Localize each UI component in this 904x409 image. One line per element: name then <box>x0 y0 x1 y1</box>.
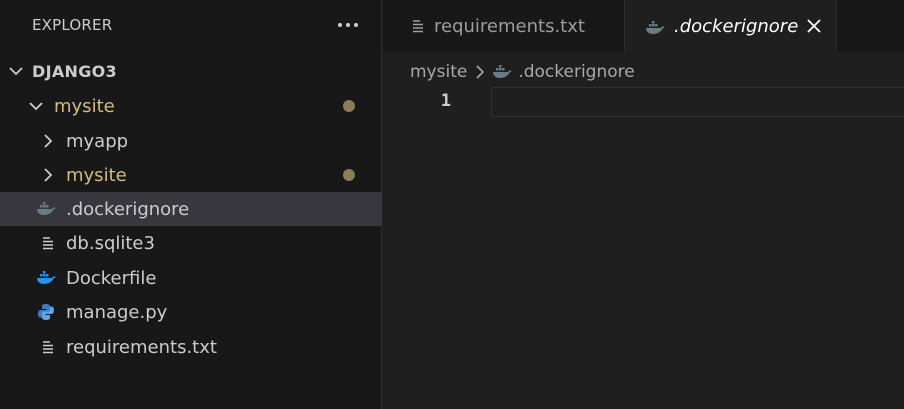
tab-bar: requirements.txt .dockerignore <box>383 0 904 52</box>
explorer-sidebar: EXPLORER DJANGO3 mysite myapp mysite .do… <box>0 0 382 409</box>
tree-folder-myapp[interactable]: myapp <box>0 124 382 158</box>
tree-item-label: mysite <box>54 95 115 117</box>
text-lines-icon <box>410 18 426 34</box>
tree-file-dockerignore[interactable]: .dockerignore <box>0 192 382 226</box>
tab-label: requirements.txt <box>434 15 585 37</box>
more-actions-button[interactable] <box>335 12 361 38</box>
docker-icon <box>36 268 56 288</box>
tree-item-label: db.sqlite3 <box>66 232 155 254</box>
workspace-root[interactable]: DJANGO3 <box>0 54 382 88</box>
tab-dockerignore[interactable]: .dockerignore <box>625 0 837 52</box>
explorer-header: EXPLORER <box>0 0 382 52</box>
chevron-right-icon <box>44 134 53 148</box>
tree-item-label: myapp <box>66 130 129 152</box>
docker-icon <box>645 19 665 34</box>
editor-area: requirements.txt .dockerignore mysite .d… <box>383 0 904 409</box>
breadcrumb-file[interactable]: .dockerignore <box>518 62 634 82</box>
tree-file-db-sqlite3[interactable]: db.sqlite3 <box>0 226 382 260</box>
tree-file-requirements[interactable]: requirements.txt <box>0 330 382 364</box>
line-number: 1 <box>440 91 451 111</box>
ellipsis-icon <box>338 23 358 27</box>
breadcrumb-folder[interactable]: mysite <box>410 62 467 82</box>
explorer-title: EXPLORER <box>32 16 113 34</box>
python-icon <box>36 302 56 322</box>
modified-indicator <box>343 169 355 181</box>
modified-indicator <box>343 100 355 112</box>
tree-folder-mysite[interactable]: mysite <box>0 89 382 123</box>
tree-item-label: manage.py <box>66 301 168 323</box>
close-icon[interactable] <box>805 17 823 35</box>
tree-file-manage-py[interactable]: manage.py <box>0 295 382 329</box>
tree-item-label: mysite <box>66 164 127 186</box>
workspace-root-label: DJANGO3 <box>32 61 117 81</box>
tree-folder-mysite-inner[interactable]: mysite <box>0 158 382 192</box>
chevron-down-icon <box>29 102 43 111</box>
text-lines-icon <box>38 337 58 357</box>
tree-item-label: Dockerfile <box>66 267 157 289</box>
chevron-right-icon <box>44 168 53 182</box>
tab-label: .dockerignore <box>674 15 799 37</box>
tree-item-label: requirements.txt <box>66 336 217 358</box>
tree-item-label: .dockerignore <box>66 198 190 220</box>
tree-file-dockerfile[interactable]: Dockerfile <box>0 261 382 295</box>
chevron-right-icon <box>476 65 485 79</box>
tab-requirements[interactable]: requirements.txt <box>383 0 625 52</box>
editor-text-area[interactable] <box>491 87 904 117</box>
chevron-down-icon <box>9 67 23 76</box>
docker-icon <box>36 199 56 219</box>
docker-icon <box>492 65 512 79</box>
text-lines-icon <box>38 233 58 253</box>
breadcrumb: mysite .dockerignore <box>410 60 635 84</box>
